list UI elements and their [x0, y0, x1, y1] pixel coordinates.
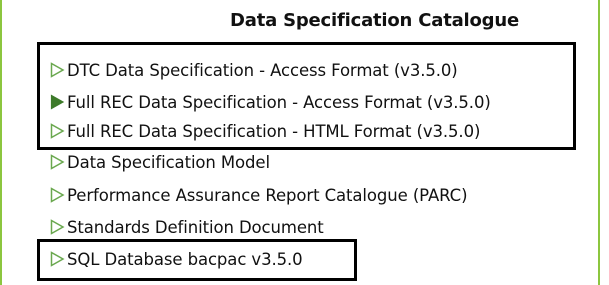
catalogue-link-sql-bacpac[interactable]: SQL Database bacpac v3.5.0 [49, 246, 303, 272]
triangle-right-outline-icon [50, 154, 65, 170]
triangle-right-outline-icon [50, 123, 65, 139]
catalogue-link-label: Full REC Data Specification - Access For… [67, 92, 491, 112]
catalogue-link-dtc-access[interactable]: DTC Data Specification - Access Format (… [49, 57, 458, 83]
catalogue-title: Data Specification Catalogue [230, 10, 519, 31]
catalogue-link-full-rec-html[interactable]: Full REC Data Specification - HTML Forma… [49, 118, 480, 144]
catalogue-link-label: Data Specification Model [67, 152, 270, 172]
catalogue-link-label: DTC Data Specification - Access Format (… [67, 60, 458, 80]
catalogue-panel: Data Specification Catalogue DTC Data Sp… [0, 0, 600, 285]
triangle-right-filled-icon [50, 94, 65, 110]
triangle-right-outline-icon [50, 219, 65, 235]
catalogue-link-label: SQL Database bacpac v3.5.0 [67, 249, 303, 269]
catalogue-link-full-rec-access[interactable]: Full REC Data Specification - Access For… [49, 89, 491, 115]
triangle-right-outline-icon [50, 187, 65, 203]
triangle-right-outline-icon [50, 62, 65, 78]
catalogue-link-parc[interactable]: Performance Assurance Report Catalogue (… [49, 182, 468, 208]
triangle-right-outline-icon [50, 251, 65, 267]
catalogue-link-data-spec-model[interactable]: Data Specification Model [49, 149, 270, 175]
catalogue-link-standards-definition[interactable]: Standards Definition Document [49, 214, 324, 240]
catalogue-link-label: Performance Assurance Report Catalogue (… [67, 185, 468, 205]
catalogue-link-label: Full REC Data Specification - HTML Forma… [67, 121, 481, 141]
catalogue-link-label: Standards Definition Document [67, 217, 324, 237]
